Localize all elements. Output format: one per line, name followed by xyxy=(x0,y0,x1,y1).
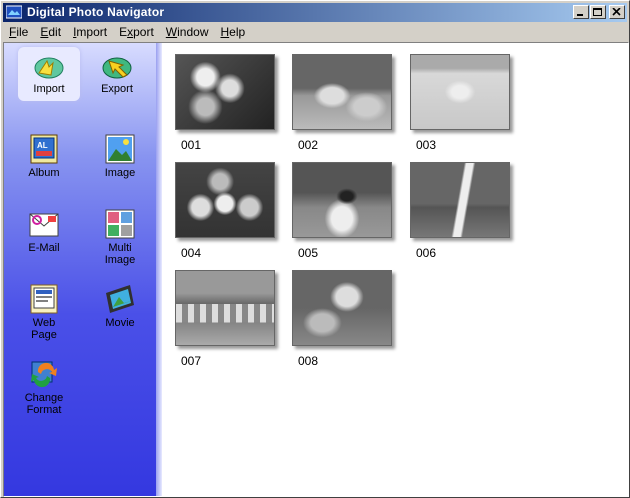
title-bar[interactable]: Digital Photo Navigator xyxy=(3,3,627,22)
web-page-button[interactable]: Web Page xyxy=(14,283,74,341)
photo-windsurfer xyxy=(410,162,510,238)
export-label: Export xyxy=(101,83,133,95)
photo-fruit-basket xyxy=(175,162,275,238)
email-icon xyxy=(29,213,59,237)
menu-bar: File Edit Import Export Window Help xyxy=(3,23,627,41)
thumbnail-002[interactable]: 002 xyxy=(292,54,392,152)
album-icon: AL xyxy=(30,134,58,164)
menu-edit[interactable]: Edit xyxy=(34,23,67,40)
web-page-icon xyxy=(30,284,58,314)
thumbnail-006[interactable]: 006 xyxy=(410,162,510,260)
change-format-label: Change Format xyxy=(24,392,64,416)
photo-drink-flowers xyxy=(292,270,392,346)
maximize-icon xyxy=(593,8,602,16)
import-label: Import xyxy=(33,83,65,95)
album-label: Album xyxy=(28,167,60,179)
photo-water-skier xyxy=(292,162,392,238)
multi-image-icon xyxy=(105,209,135,239)
thumbnail-004[interactable]: 004 xyxy=(175,162,275,260)
import-icon xyxy=(34,57,64,79)
menu-import[interactable]: Import xyxy=(67,23,113,40)
multi-image-label: Multi Image xyxy=(104,242,136,266)
thumbnail-005[interactable]: 005 xyxy=(292,162,392,260)
movie-button[interactable]: Movie xyxy=(90,283,150,329)
thumbnail-label: 002 xyxy=(298,138,319,152)
sidebar: Import Export AL Album Image E-Mail Mult… xyxy=(4,43,156,496)
multi-image-button[interactable]: Multi Image xyxy=(90,208,150,266)
maximize-button[interactable] xyxy=(590,5,606,19)
minimize-icon xyxy=(577,14,583,16)
close-icon xyxy=(612,8,621,16)
thumbnail-label: 005 xyxy=(298,246,319,260)
photo-drink-shell xyxy=(292,54,392,130)
menu-window[interactable]: Window xyxy=(160,23,215,40)
web-page-label: Web Page xyxy=(31,317,57,341)
menu-export[interactable]: Export xyxy=(113,23,160,40)
image-button[interactable]: Image xyxy=(90,133,150,179)
menu-file[interactable]: File xyxy=(3,23,34,40)
thumbnail-008[interactable]: 008 xyxy=(292,270,392,368)
movie-label: Movie xyxy=(105,317,135,329)
app-window: Digital Photo Navigator File Edit Import Ex… xyxy=(0,0,630,498)
thumbnail-001[interactable]: 001 xyxy=(175,54,275,152)
movie-icon xyxy=(106,285,134,313)
export-button[interactable]: Export xyxy=(86,47,148,101)
sidebar-divider xyxy=(156,43,162,496)
thumbnail-label: 006 xyxy=(416,246,437,260)
close-button[interactable] xyxy=(609,5,625,19)
menu-help[interactable]: Help xyxy=(214,23,251,40)
image-label: Image xyxy=(104,167,136,179)
change-format-button[interactable]: Change Format xyxy=(14,358,74,416)
import-button[interactable]: Import xyxy=(18,47,80,101)
photo-beach-shell xyxy=(410,54,510,130)
album-button[interactable]: AL Album xyxy=(14,133,74,179)
thumbnail-003[interactable]: 003 xyxy=(410,54,510,152)
svg-text:AL: AL xyxy=(37,141,48,150)
window-title: Digital Photo Navigator xyxy=(27,5,165,19)
export-icon xyxy=(102,57,132,79)
change-format-icon xyxy=(31,361,57,388)
thumbnail-label: 004 xyxy=(181,246,202,260)
main-client-area: Import Export AL Album Image E-Mail Mult… xyxy=(3,42,629,497)
thumbnail-label: 007 xyxy=(181,354,202,368)
app-icon xyxy=(6,5,22,19)
email-label: E-Mail xyxy=(28,242,60,254)
thumbnail-007[interactable]: 007 xyxy=(175,270,275,368)
minimize-button[interactable] xyxy=(573,5,589,19)
thumbnail-label: 001 xyxy=(181,138,202,152)
email-button[interactable]: E-Mail xyxy=(14,208,74,254)
thumbnail-label: 003 xyxy=(416,138,437,152)
thumbnail-label: 008 xyxy=(298,354,319,368)
image-icon xyxy=(105,134,135,164)
photo-flowers xyxy=(175,54,275,130)
photo-dancers xyxy=(175,270,275,346)
